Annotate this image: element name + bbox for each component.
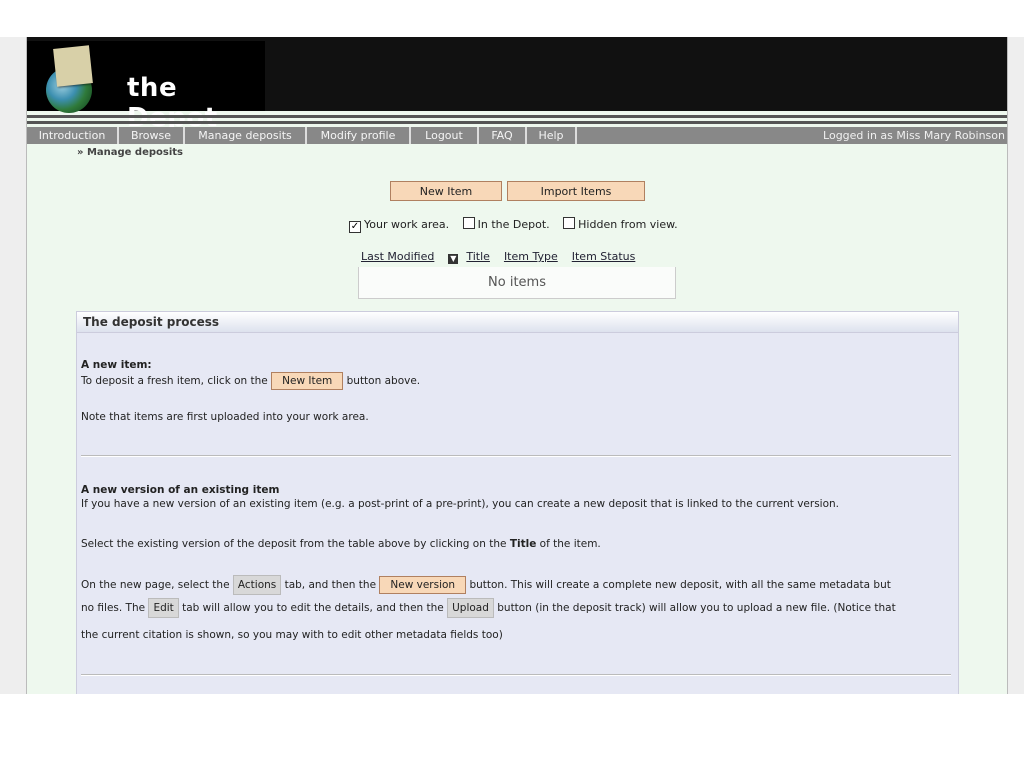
text: tab will allow you to edit the details, … xyxy=(182,602,444,614)
actions-tab[interactable]: Actions xyxy=(232,575,282,595)
checkbox-icon[interactable] xyxy=(563,217,576,229)
text: button above. xyxy=(346,375,421,387)
site-title: the Depot xyxy=(127,73,218,133)
divider xyxy=(81,455,951,457)
new-version-steps: On the new page, select the Actions tab,… xyxy=(81,575,891,595)
nav-browse[interactable]: Browse xyxy=(119,127,185,144)
nav-modify-profile[interactable]: Modify profile xyxy=(307,127,411,144)
site-logo[interactable]: the Depot xyxy=(27,41,265,133)
checkbox-icon[interactable] xyxy=(462,217,475,229)
nav-introduction[interactable]: Introduction xyxy=(27,127,119,144)
new-item-instructions: To deposit a fresh item, click on the Ne… xyxy=(81,372,420,390)
filter-in-depot[interactable]: In the Depot. xyxy=(462,217,550,231)
note-text: Note that items are first uploaded into … xyxy=(81,411,369,423)
citation-note: the current citation is shown, so you ma… xyxy=(81,629,503,641)
text: To deposit a fresh item, click on the xyxy=(81,375,268,387)
inline-new-item-button[interactable]: New Item xyxy=(271,372,344,390)
text: button. This will create a complete new … xyxy=(469,579,891,591)
main-nav: Introduction Browse Manage deposits Modi… xyxy=(27,127,1007,144)
text: no files. The xyxy=(81,602,146,614)
new-version-intro: If you have a new version of an existing… xyxy=(81,498,840,510)
new-version-heading: A new version of an existing item xyxy=(81,484,280,496)
import-items-button[interactable]: Import Items xyxy=(507,181,645,201)
nav-help[interactable]: Help xyxy=(527,127,577,144)
sort-title[interactable]: Title xyxy=(466,250,490,263)
checkbox-checked-icon[interactable]: ✓ xyxy=(349,221,361,233)
text: button (in the deposit track) will allow… xyxy=(497,602,896,614)
filter-label: In the Depot. xyxy=(477,218,550,231)
filter-work-area[interactable]: ✓ Your work area. xyxy=(349,218,449,233)
new-item-heading: A new item: xyxy=(81,359,152,371)
sort-last-modified[interactable]: Last Modified xyxy=(361,250,434,263)
empty-message: No items xyxy=(488,275,546,290)
filter-label: Hidden from view. xyxy=(578,218,678,231)
nav-logout[interactable]: Logout xyxy=(411,127,479,144)
text: On the new page, select the xyxy=(81,579,230,591)
new-item-button[interactable]: New Item xyxy=(390,181,502,201)
nav-manage-deposits[interactable]: Manage deposits xyxy=(185,127,307,144)
sort-item-status[interactable]: Item Status xyxy=(572,250,636,263)
new-version-steps-2: no files. The Edit tab will allow you to… xyxy=(81,598,896,618)
edit-tab[interactable]: Edit xyxy=(148,598,179,618)
breadcrumb: » Manage deposits xyxy=(77,147,184,158)
filter-label: Your work area. xyxy=(364,218,450,231)
text: tab, and then the xyxy=(284,579,377,591)
sort-item-type[interactable]: Item Type xyxy=(504,250,558,263)
column-headers: Last Modified ▼ Title Item Type Item Status xyxy=(361,250,649,264)
new-version-button[interactable]: New version xyxy=(379,576,467,594)
filter-options: ✓ Your work area. In the Depot. Hidden fr… xyxy=(349,217,688,233)
header-rule xyxy=(27,115,1007,118)
deposit-help-panel: The deposit process A new item: To depos… xyxy=(76,311,959,694)
logged-in-status: Logged in as Miss Mary Robinson xyxy=(823,129,1005,142)
select-instructions: Select the existing version of the depos… xyxy=(81,538,601,550)
upload-tab[interactable]: Upload xyxy=(447,598,494,618)
items-table: No items xyxy=(358,267,676,299)
text: Select the existing version of the depos… xyxy=(81,538,507,550)
panel-heading: The deposit process xyxy=(77,312,958,333)
header-rule xyxy=(27,121,1007,124)
sort-direction-icon[interactable]: ▼ xyxy=(448,254,459,264)
title-emphasis: Title xyxy=(509,538,537,550)
paper-icon xyxy=(53,45,93,87)
nav-faq[interactable]: FAQ xyxy=(479,127,527,144)
text: of the item. xyxy=(539,538,601,550)
site-header: the Depot xyxy=(27,37,1007,133)
divider xyxy=(81,674,951,676)
filter-hidden[interactable]: Hidden from view. xyxy=(563,217,678,231)
page-frame: the Depot Introduction Browse Manage dep… xyxy=(26,37,1008,694)
